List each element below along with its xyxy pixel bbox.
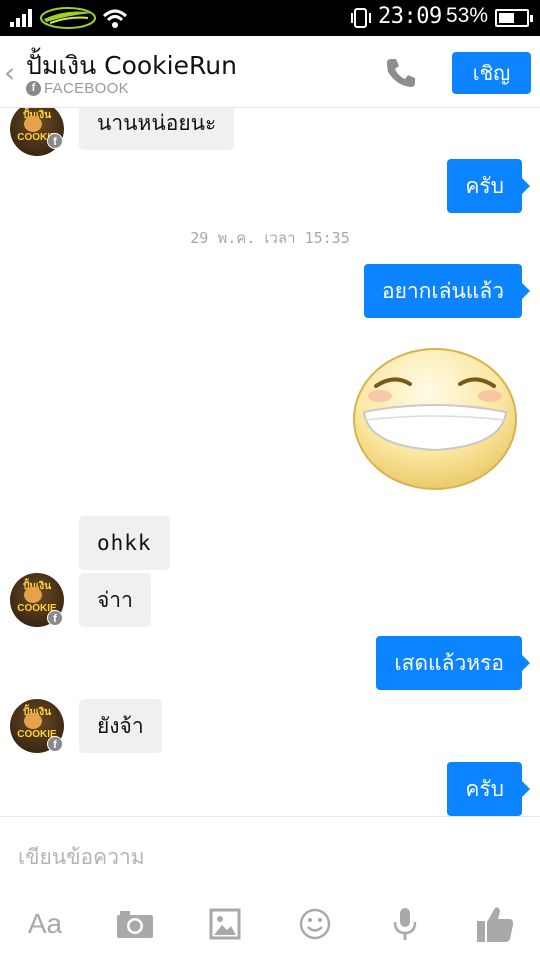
conversation-subtitle: FACEBOOK bbox=[44, 80, 129, 97]
like-button[interactable] bbox=[472, 899, 518, 949]
outgoing-message[interactable]: ครับ bbox=[447, 159, 530, 213]
carrier-icon bbox=[40, 7, 96, 29]
incoming-message[interactable]: นานหน่อยนะ bbox=[79, 108, 235, 150]
image-icon bbox=[209, 908, 241, 940]
camera-icon bbox=[117, 911, 153, 938]
grinning-sticker[interactable] bbox=[352, 346, 518, 492]
outgoing-message[interactable]: อยากเล่นแล้ว bbox=[363, 264, 531, 318]
message-input[interactable]: เขียนข้อความ bbox=[18, 841, 145, 874]
gallery-button[interactable] bbox=[202, 899, 248, 949]
message-list[interactable]: ปั้มเงิน COOKIE f นานหน่อยนะ ครับ 29 พ.ค… bbox=[0, 108, 540, 816]
wifi-icon bbox=[102, 9, 128, 28]
like-icon bbox=[477, 907, 514, 942]
timestamp: 29 พ.ค. เวลา 15:35 bbox=[190, 229, 350, 247]
invite-button[interactable]: เชิญ bbox=[452, 52, 531, 94]
composer: เขียนข้อความ Aa bbox=[0, 816, 540, 960]
emoji-button[interactable] bbox=[292, 899, 338, 949]
emoji-icon bbox=[299, 908, 331, 940]
incoming-message[interactable]: จ่าา bbox=[79, 573, 151, 627]
microphone-icon bbox=[393, 908, 417, 940]
facebook-icon: f bbox=[26, 81, 41, 96]
text-format-button[interactable]: Aa bbox=[22, 899, 68, 949]
incoming-message[interactable]: ohkk bbox=[79, 516, 170, 570]
voice-button[interactable] bbox=[382, 899, 428, 949]
incoming-message[interactable]: ยังจ้า bbox=[79, 699, 162, 753]
battery-icon bbox=[495, 9, 533, 27]
clock: 23:09 bbox=[378, 4, 442, 29]
phone-vibrate-icon bbox=[351, 8, 371, 28]
outgoing-message[interactable]: เสดแล้วหรอ bbox=[376, 636, 530, 690]
status-bar: 23:09 53% bbox=[0, 0, 540, 36]
conversation-header: ‹ ปั้มเงิน CookieRun f FACEBOOK เชิญ bbox=[0, 36, 540, 108]
subtitle-row: f FACEBOOK bbox=[26, 80, 129, 97]
camera-button[interactable] bbox=[112, 899, 158, 949]
call-icon[interactable] bbox=[384, 56, 418, 90]
facebook-icon: f bbox=[47, 133, 63, 149]
back-icon[interactable]: ‹ bbox=[4, 56, 15, 89]
composer-toolbar: Aa bbox=[0, 899, 540, 949]
signal-icon bbox=[10, 9, 34, 27]
facebook-icon: f bbox=[47, 736, 63, 752]
facebook-icon: f bbox=[47, 610, 63, 626]
battery-percent: 53% bbox=[446, 4, 489, 27]
outgoing-message[interactable]: ครับ bbox=[447, 762, 530, 816]
